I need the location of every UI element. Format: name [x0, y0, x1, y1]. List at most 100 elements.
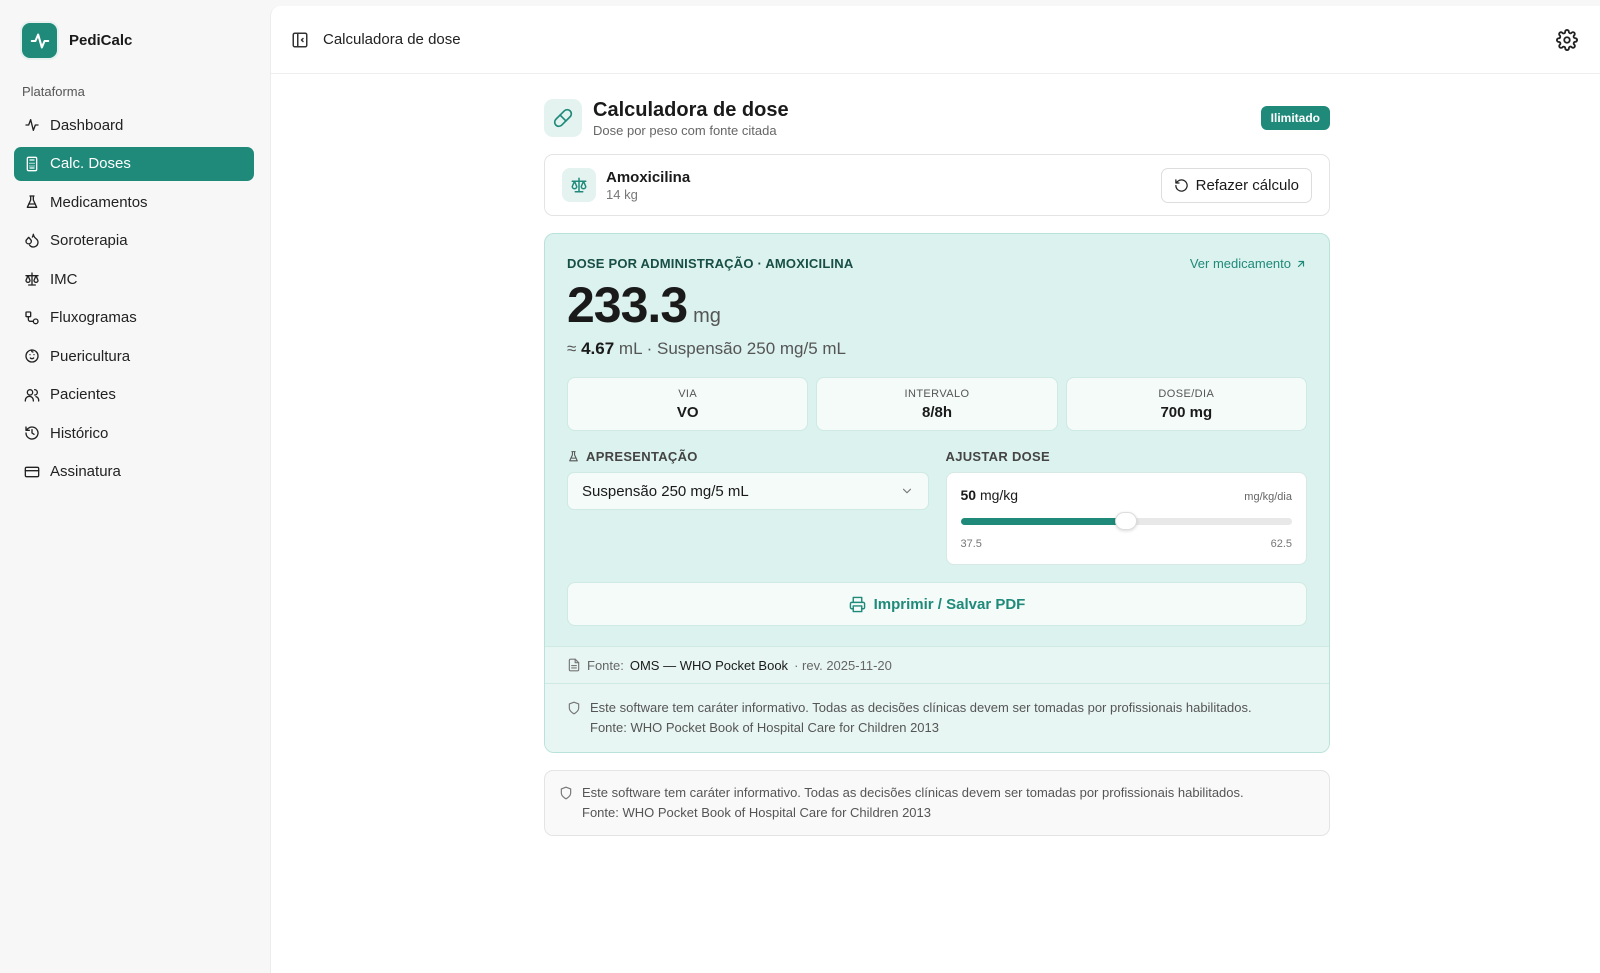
file-text-icon [568, 658, 580, 672]
approx-detail: mL · Suspensão 250 mg/5 mL [618, 339, 847, 358]
chevron-down-icon [900, 484, 914, 498]
nav-section-label: Plataforma [22, 84, 85, 99]
page-header: Calculadora de dose Dose por peso com fo… [544, 98, 1330, 138]
stat-key: INTERVALO [904, 387, 970, 400]
scale-icon [25, 272, 39, 286]
approx-volume: 4.67 [581, 339, 615, 358]
view-drug-link[interactable]: Ver medicamento [1190, 256, 1307, 271]
printer-icon [849, 596, 865, 612]
redo-calculation-button[interactable]: Refazer cálculo [1160, 167, 1312, 203]
sidebar-item-label: Histórico [50, 424, 109, 442]
dose-slider[interactable] [960, 512, 1292, 530]
disclaimer-line1: Este software tem caráter informativo. T… [582, 785, 1244, 800]
brand[interactable]: PediCalc [22, 23, 132, 58]
dose-display: 233.3 mg [567, 279, 1307, 331]
adjust-value: 50 [960, 487, 977, 503]
page-disclaimer: Este software tem caráter informativo. T… [544, 770, 1330, 836]
sidebar-item-label: Pacientes [50, 386, 116, 403]
sidebar-item-soroterapia[interactable]: Soroterapia [14, 224, 254, 258]
sidebar-item-label: Assinatura [50, 463, 121, 480]
settings-gear-icon[interactable] [1556, 28, 1578, 51]
presentation-value: Suspensão 250 mg/5 mL [582, 482, 749, 500]
dose-unit: mg [693, 305, 721, 327]
stat-value: 8/8h [921, 403, 952, 421]
source-name: OMS — WHO Pocket Book [629, 657, 789, 673]
stat-via: VIA VO [567, 377, 809, 431]
drug-summary-card: Amoxicilina 14 kg Refazer cálculo [544, 154, 1330, 216]
sidebar-item-calc-doses[interactable]: Calc. Doses [14, 146, 254, 181]
adjust-unit: mg/kg [979, 487, 1019, 503]
history-icon [25, 426, 39, 440]
stat-intervalo: INTERVALO 8/8h [816, 377, 1058, 431]
shield-icon [560, 786, 572, 800]
sidebar: PediCalc Plataforma Dashboard Calc. Dose… [0, 0, 270, 973]
slider-min: 37.5 [960, 538, 982, 550]
presentation-select[interactable]: Suspensão 250 mg/5 mL [567, 472, 929, 510]
sidebar-item-label: Medicamentos [50, 193, 148, 211]
sidebar-item-assinatura[interactable]: Assinatura [14, 455, 254, 489]
adjust-label: AJUSTAR DOSE [945, 448, 1050, 464]
users-icon [24, 388, 40, 402]
disclaimer-line2: Fonte: WHO Pocket Book of Hospital Care … [590, 720, 939, 735]
activity-logo-icon [22, 23, 57, 58]
credit-card-icon [24, 466, 40, 477]
stat-value: VO [676, 403, 699, 421]
baby-icon [25, 349, 39, 363]
presentation-column: APRESENTAÇÃO Suspensão 250 mg/5 mL [567, 448, 929, 565]
disclaimer-line1: Este software tem caráter informativo. T… [590, 700, 1252, 715]
pill-icon [544, 99, 582, 137]
source-row: Fonte: OMS — WHO Pocket Book · rev. 2025… [545, 646, 1329, 684]
sidebar-item-label: Puericultura [50, 347, 131, 365]
sidebar-item-historico[interactable]: Histórico [14, 416, 254, 450]
brand-name: PediCalc [69, 32, 133, 49]
print-label: Imprimir / Salvar PDF [873, 595, 1026, 613]
redo-label: Refazer cálculo [1195, 176, 1299, 194]
flask-icon [26, 195, 38, 208]
sidebar-item-label: Calc. Doses [50, 155, 131, 172]
result-disclaimer: Este software tem caráter informativo. T… [545, 684, 1329, 752]
slider-handle[interactable] [1115, 512, 1138, 530]
source-prefix: Fonte: [587, 657, 624, 673]
adjust-column: AJUSTAR DOSE 50 mg/kg mg/kg/dia 37.5 62.… [945, 448, 1307, 565]
sidebar-item-imc[interactable]: IMC [14, 262, 254, 296]
flask-icon [569, 450, 578, 461]
sidebar-item-label: Soroterapia [50, 232, 128, 249]
dose-result-card: DOSE POR ADMINISTRAÇÃO · AMOXICILINA Ver… [544, 233, 1330, 753]
sidebar-item-pacientes[interactable]: Pacientes [14, 378, 254, 412]
view-drug-label: Ver medicamento [1189, 256, 1291, 271]
sidebar-item-dashboard[interactable]: Dashboard [14, 108, 254, 142]
stat-key: DOSE/DIA [1158, 387, 1215, 400]
page-subtitle: Dose por peso com fonte citada [593, 122, 777, 138]
page-title: Calculadora de dose [593, 98, 789, 121]
dose-calculator: Calculadora de dose Dose por peso com fo… [544, 99, 1330, 836]
rotate-ccw-icon [1174, 178, 1188, 192]
drug-name: Amoxicilina [606, 168, 691, 186]
slider-fill [960, 518, 1127, 525]
sidebar-item-medicamentos[interactable]: Medicamentos [14, 185, 254, 219]
print-pdf-button[interactable]: Imprimir / Salvar PDF [567, 582, 1307, 626]
presentation-label: APRESENTAÇÃO [586, 448, 698, 464]
topbar: Calculadora de dose [271, 6, 1600, 74]
workflow-icon [25, 310, 39, 324]
sidebar-nav: Dashboard Calc. Doses Medicamentos Sorot… [14, 108, 254, 493]
adjust-dose-panel: 50 mg/kg mg/kg/dia 37.5 62.5 [945, 472, 1307, 565]
patient-weight: 14 kg [606, 186, 638, 202]
main-panel: Calculadora de dose Calculadora de dose … [270, 6, 1600, 973]
sidebar-item-label: IMC [50, 270, 78, 288]
sidebar-toggle-icon[interactable] [291, 31, 309, 49]
sidebar-item-puericultura[interactable]: Puericultura [14, 339, 254, 373]
dose-label: DOSE POR ADMINISTRAÇÃO · AMOXICILINA [567, 256, 854, 271]
sidebar-item-fluxogramas[interactable]: Fluxogramas [14, 301, 254, 335]
stat-key: VIA [678, 387, 698, 400]
dose-stats: VIA VO INTERVALO 8/8h DOSE/DIA 700 mg [567, 377, 1307, 431]
source-revision: · rev. 2025-11-20 [794, 657, 892, 673]
plan-badge: Ilimitado [1260, 106, 1330, 130]
disclaimer-line2: Fonte: WHO Pocket Book of Hospital Care … [582, 805, 931, 820]
stat-dose-dia: DOSE/DIA 700 mg [1065, 377, 1307, 431]
scale-icon [562, 168, 596, 202]
arrow-up-right-icon [1297, 260, 1305, 267]
droplets-icon [25, 233, 39, 248]
breadcrumb: Calculadora de dose [323, 31, 461, 48]
approx-prefix: ≈ [567, 339, 577, 358]
shield-icon [568, 701, 580, 715]
